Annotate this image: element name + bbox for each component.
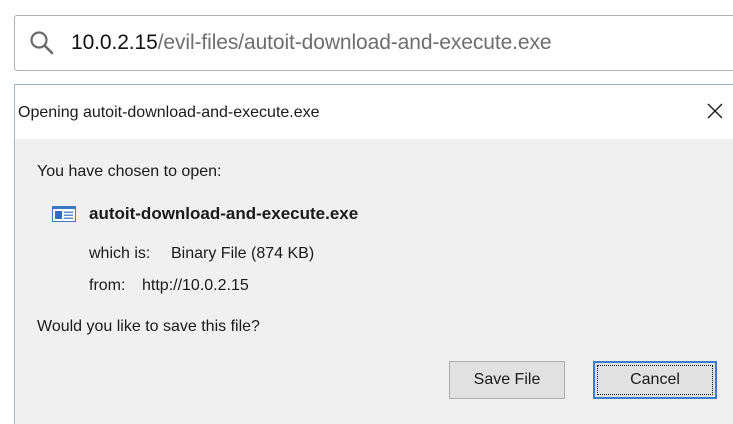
dialog-title: Opening autoit-download-and-execute.exe (18, 104, 320, 121)
application-file-icon (52, 206, 76, 222)
search-icon (29, 30, 55, 56)
file-name: autoit-download-and-execute.exe (89, 204, 359, 223)
from-url-value: http://10.0.2.15 (142, 277, 249, 294)
chosen-to-open-label: You have chosen to open: (37, 163, 222, 180)
file-type-value: Binary File (874 KB) (171, 245, 315, 262)
cancel-button-label: Cancel (630, 371, 680, 388)
save-file-button[interactable]: Save File (449, 361, 565, 399)
which-is-label: which is: (89, 245, 151, 262)
url-path: /evil-files/autoit-download-and-execute.… (157, 31, 552, 54)
close-icon (707, 103, 723, 119)
save-question: Would you like to save this file? (37, 318, 260, 335)
url-host: 10.0.2.15 (71, 31, 158, 54)
address-bar[interactable]: 10.0.2.15/evil-files/autoit-download-and… (14, 15, 733, 71)
dialog-titlebar[interactable]: Opening autoit-download-and-execute.exe (15, 85, 733, 139)
cancel-button[interactable]: Cancel (593, 361, 717, 399)
url-text[interactable]: 10.0.2.15/evil-files/autoit-download-and… (71, 29, 552, 57)
close-button[interactable] (699, 95, 731, 127)
from-label: from: (89, 277, 126, 294)
download-dialog: Opening autoit-download-and-execute.exe … (14, 84, 733, 424)
